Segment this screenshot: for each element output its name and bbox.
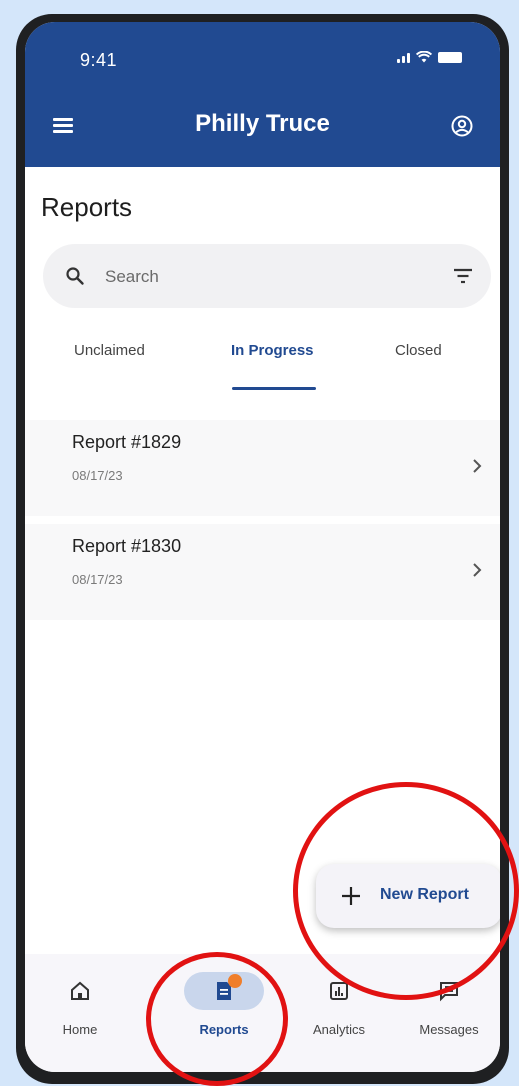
analytics-icon bbox=[330, 982, 348, 1000]
account-icon[interactable] bbox=[451, 115, 473, 137]
phone-frame: 9:41 Philly Truce Reports Search Unclaim… bbox=[16, 14, 509, 1084]
report-date: 08/17/23 bbox=[72, 468, 123, 483]
report-row[interactable]: Report #1829 08/17/23 bbox=[25, 420, 500, 516]
filter-icon[interactable] bbox=[453, 267, 473, 285]
page-title: Reports bbox=[41, 192, 133, 222]
nav-reports-label: Reports bbox=[199, 1022, 249, 1037]
nav-analytics[interactable]: Analytics bbox=[289, 954, 389, 1064]
battery-icon bbox=[438, 52, 462, 63]
report-date: 08/17/23 bbox=[72, 572, 123, 587]
nav-messages[interactable]: Messages bbox=[399, 954, 499, 1064]
tab-indicator bbox=[232, 387, 316, 390]
status-icons bbox=[397, 51, 462, 63]
notification-badge bbox=[228, 974, 242, 988]
report-row[interactable]: Report #1830 08/17/23 bbox=[25, 524, 500, 620]
messages-icon bbox=[440, 982, 458, 1002]
bottom-nav: Home Reports Analytics Messages bbox=[25, 954, 500, 1072]
search-bar[interactable] bbox=[43, 244, 491, 308]
chevron-right-icon bbox=[473, 563, 482, 577]
nav-analytics-label: Analytics bbox=[312, 1022, 366, 1037]
status-time: 9:41 bbox=[80, 50, 118, 70]
report-title: Report #1829 bbox=[72, 432, 182, 452]
app-title: Philly Truce bbox=[195, 110, 330, 137]
wifi-icon bbox=[416, 51, 432, 63]
app-screen: 9:41 Philly Truce Reports Search Unclaim… bbox=[25, 22, 500, 1072]
new-report-label: New Report bbox=[380, 886, 469, 903]
tab-in-progress[interactable]: In Progress bbox=[231, 342, 314, 359]
report-tabs: Unclaimed In Progress Closed bbox=[25, 342, 500, 390]
nav-reports[interactable]: Reports bbox=[174, 954, 274, 1064]
signal-icon bbox=[397, 53, 410, 63]
nav-home[interactable]: Home bbox=[30, 954, 130, 1064]
tab-unclaimed[interactable]: Unclaimed bbox=[74, 342, 145, 359]
new-report-button[interactable]: New Report bbox=[316, 864, 500, 928]
tab-closed[interactable]: Closed bbox=[395, 342, 442, 359]
search-icon bbox=[66, 267, 84, 285]
nav-messages-label: Messages bbox=[419, 1022, 479, 1037]
chevron-right-icon bbox=[473, 459, 482, 473]
search-input[interactable] bbox=[103, 258, 407, 296]
report-title: Report #1830 bbox=[72, 536, 182, 556]
app-bar: 9:41 Philly Truce bbox=[25, 22, 500, 167]
plus-icon bbox=[342, 887, 360, 905]
nav-home-label: Home bbox=[62, 1022, 98, 1037]
home-icon bbox=[71, 981, 89, 1000]
